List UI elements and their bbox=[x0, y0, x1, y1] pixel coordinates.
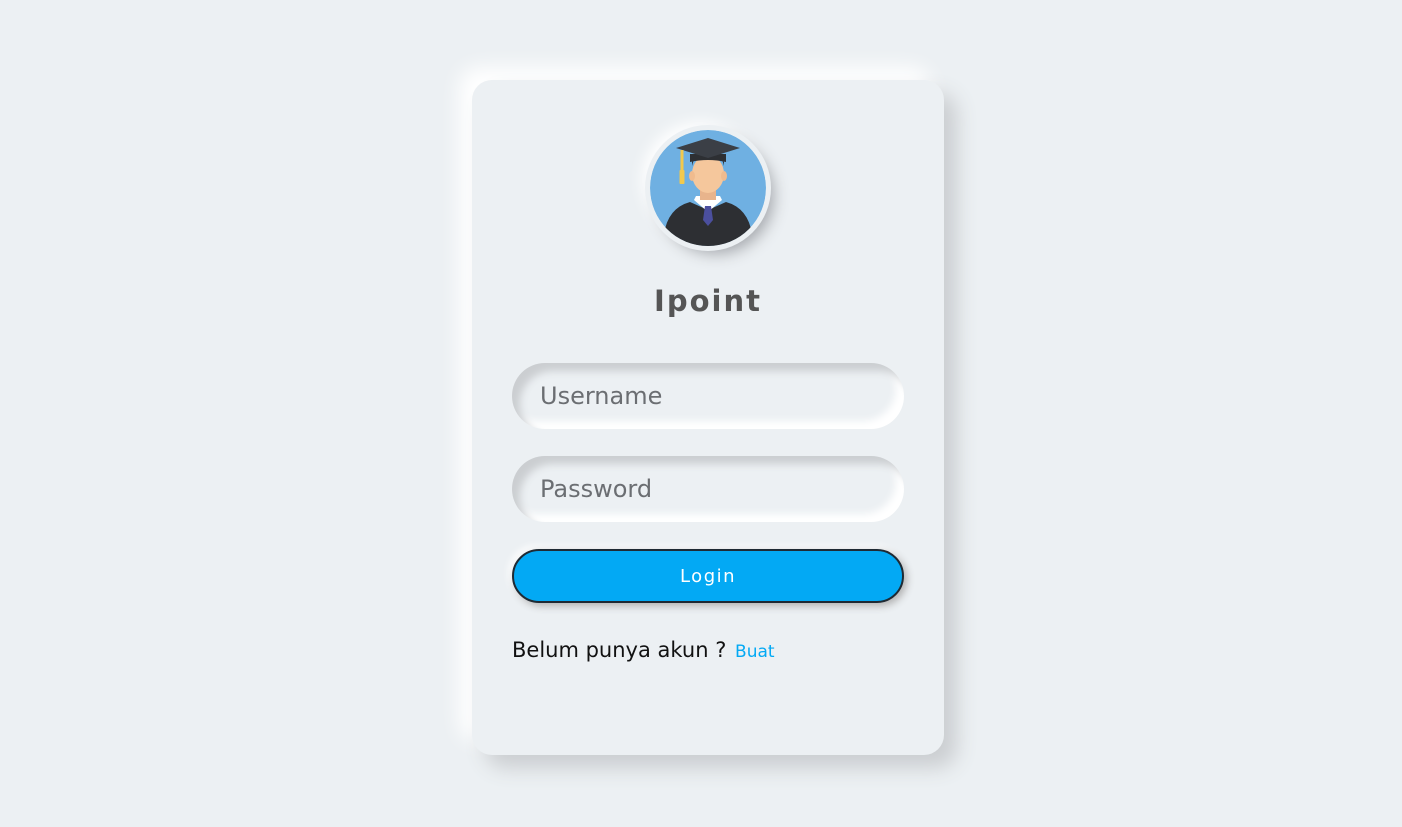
password-input[interactable] bbox=[512, 456, 904, 522]
avatar bbox=[650, 130, 766, 246]
page: Ipoint Login Belum punya akun ? Buat bbox=[0, 0, 1402, 827]
password-field-wrapper bbox=[512, 456, 904, 522]
username-field-wrapper bbox=[512, 363, 904, 429]
signup-prompt-text: Belum punya akun ? bbox=[512, 638, 727, 662]
app-title: Ipoint bbox=[654, 284, 762, 318]
signup-prompt-row: Belum punya akun ? Buat bbox=[512, 638, 775, 662]
graduate-avatar-icon bbox=[650, 130, 766, 246]
login-card: Ipoint Login Belum punya akun ? Buat bbox=[472, 80, 944, 755]
username-input[interactable] bbox=[512, 363, 904, 429]
login-button[interactable]: Login bbox=[512, 549, 904, 603]
signup-link[interactable]: Buat bbox=[735, 642, 775, 662]
